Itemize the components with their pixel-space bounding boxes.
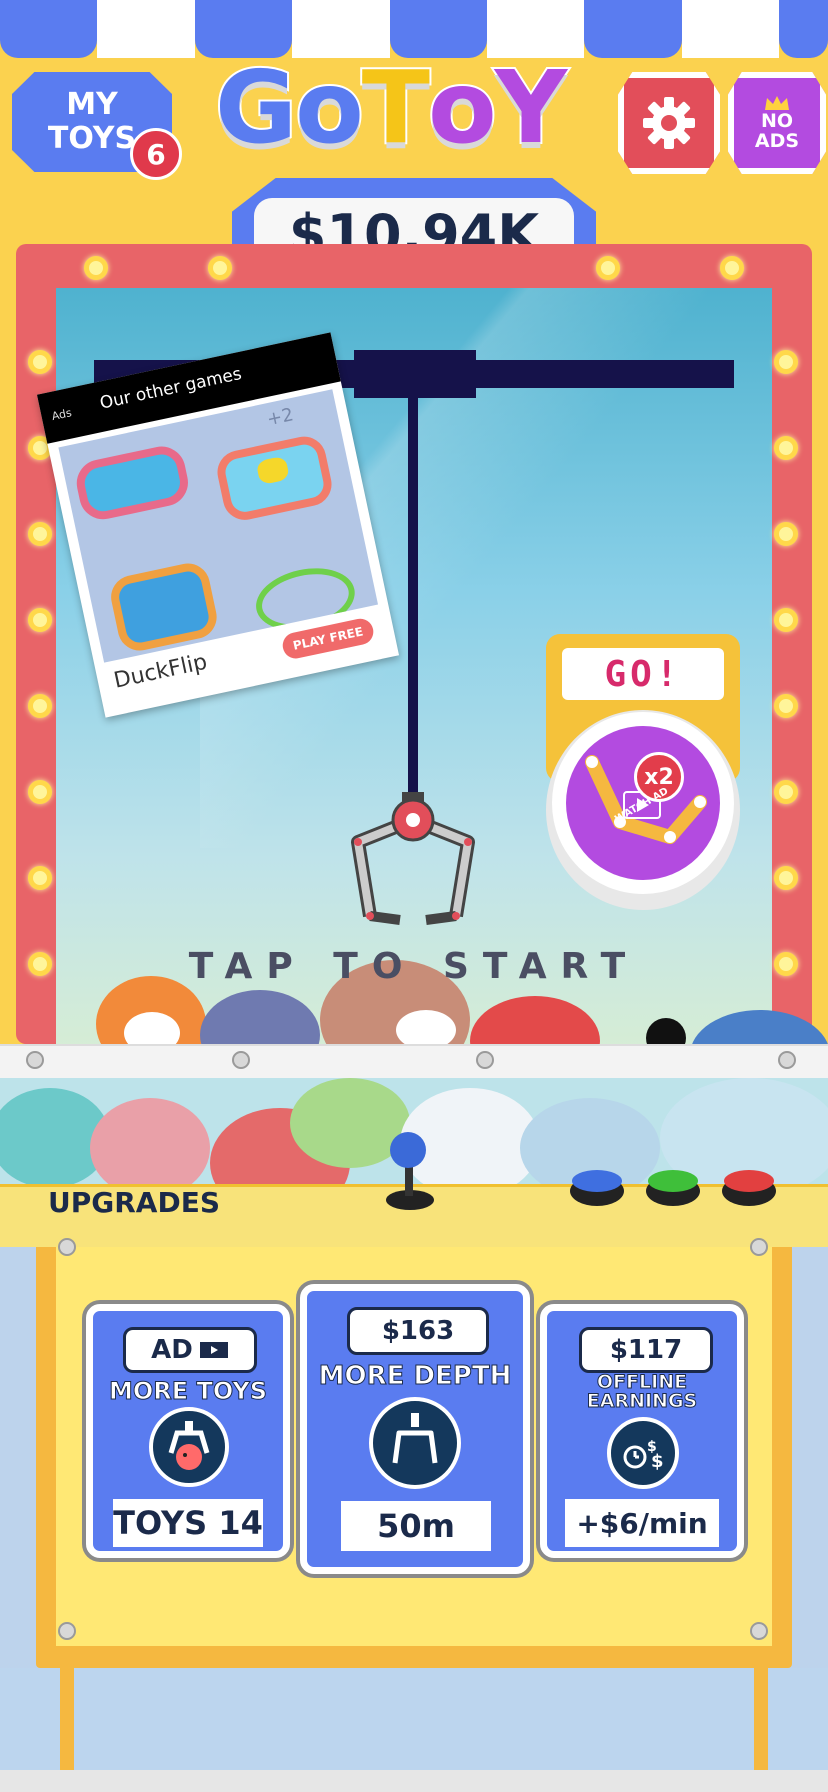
joystick-knob[interactable] [390, 1132, 426, 1168]
screw [58, 1622, 76, 1640]
svg-text:$: $ [651, 1451, 664, 1472]
claw-carriage [354, 350, 476, 398]
light-bulb [596, 256, 620, 280]
screw [778, 1051, 796, 1069]
gear-icon [643, 97, 695, 149]
light-bulb [28, 522, 52, 546]
go-display: GO! [562, 648, 724, 700]
light-bulb [28, 780, 52, 804]
upgrade-value: 50m [341, 1501, 491, 1551]
upgrade-value: TOYS 14 [113, 1499, 263, 1547]
light-bulb [774, 866, 798, 890]
upgrade-price: $117 [609, 1335, 683, 1365]
video-icon [199, 1342, 228, 1358]
coin-clock-icon: $ $ [607, 1417, 679, 1489]
pile-toy [90, 1098, 210, 1188]
light-bulb [28, 350, 52, 374]
upgrade-card-offline-earnings[interactable]: $117 OFFLINE EARNINGS $ $ +$6/min [540, 1304, 744, 1558]
light-bulb [28, 694, 52, 718]
no-ads-label-line1: NO [760, 110, 794, 132]
upgrade-title-line2: EARNINGS [586, 1390, 698, 1412]
light-bulb [28, 866, 52, 890]
screw [232, 1051, 250, 1069]
light-bulb [84, 256, 108, 280]
light-bulb [774, 780, 798, 804]
no-ads-label-line2: ADS [754, 130, 800, 152]
upgrade-price-tag: AD [123, 1327, 257, 1373]
pool-shape [72, 442, 193, 524]
settings-button[interactable] [618, 72, 720, 174]
pool-shape [107, 559, 221, 655]
upgrade-price: $163 [381, 1316, 455, 1346]
upgrade-title: MORE TOYS [108, 1377, 268, 1406]
upgrade-price-tag: $117 [579, 1327, 713, 1373]
light-bulb [774, 522, 798, 546]
screw [26, 1051, 44, 1069]
upgrade-title: MORE DEPTH [318, 1361, 512, 1392]
screw [750, 1238, 768, 1256]
tap-to-start-text[interactable]: TAP TO START [0, 946, 828, 987]
screw [476, 1051, 494, 1069]
claw-rope [408, 396, 418, 796]
crown-icon [765, 96, 789, 110]
upgrade-card-more-toys[interactable]: AD MORE TOYS TOYS 14 [86, 1304, 290, 1558]
my-toys-label-line2: TOYS [47, 121, 137, 156]
ad-play-free-button[interactable]: PLAY FREE [280, 616, 376, 661]
blue-arcade-button[interactable] [572, 1170, 622, 1192]
claw-icon [351, 792, 475, 925]
upgrade-price-tag: $163 [347, 1307, 489, 1355]
my-toys-count-badge: 6 [130, 128, 182, 180]
light-bulb [774, 436, 798, 460]
upgrade-price: AD [151, 1335, 193, 1365]
light-bulb [208, 256, 232, 280]
ad-label: Ads [50, 406, 73, 424]
claw-icon [369, 1397, 461, 1489]
light-bulb [774, 694, 798, 718]
upgrade-value: +$6/min [565, 1499, 719, 1547]
light-bulb [720, 256, 744, 280]
light-bulb [774, 608, 798, 632]
glass-bottom-bar [0, 1044, 828, 1080]
red-arcade-button[interactable] [724, 1170, 774, 1192]
upgrade-card-more-depth[interactable]: $163 MORE DEPTH 50m [300, 1284, 530, 1574]
game-logo: Go T oY [213, 47, 605, 168]
upgrade-title: OFFLINE EARNINGS [547, 1372, 737, 1412]
logo-part-1: Go [213, 47, 366, 168]
green-arcade-button[interactable] [648, 1170, 698, 1192]
light-bulb [774, 350, 798, 374]
screw [750, 1622, 768, 1640]
claw-with-toy-icon [149, 1407, 229, 1487]
no-ads-button[interactable]: NO ADS [728, 72, 826, 174]
my-toys-label-line1: MY [66, 87, 118, 122]
upgrades-title: UPGRADES [48, 1186, 221, 1219]
bottom-bar [0, 1770, 828, 1792]
screw [58, 1238, 76, 1256]
ad-score-hint: +2 [265, 404, 296, 431]
logo-part-3: oY [426, 47, 569, 168]
light-bulb [28, 608, 52, 632]
logo-part-2: T [360, 47, 432, 168]
